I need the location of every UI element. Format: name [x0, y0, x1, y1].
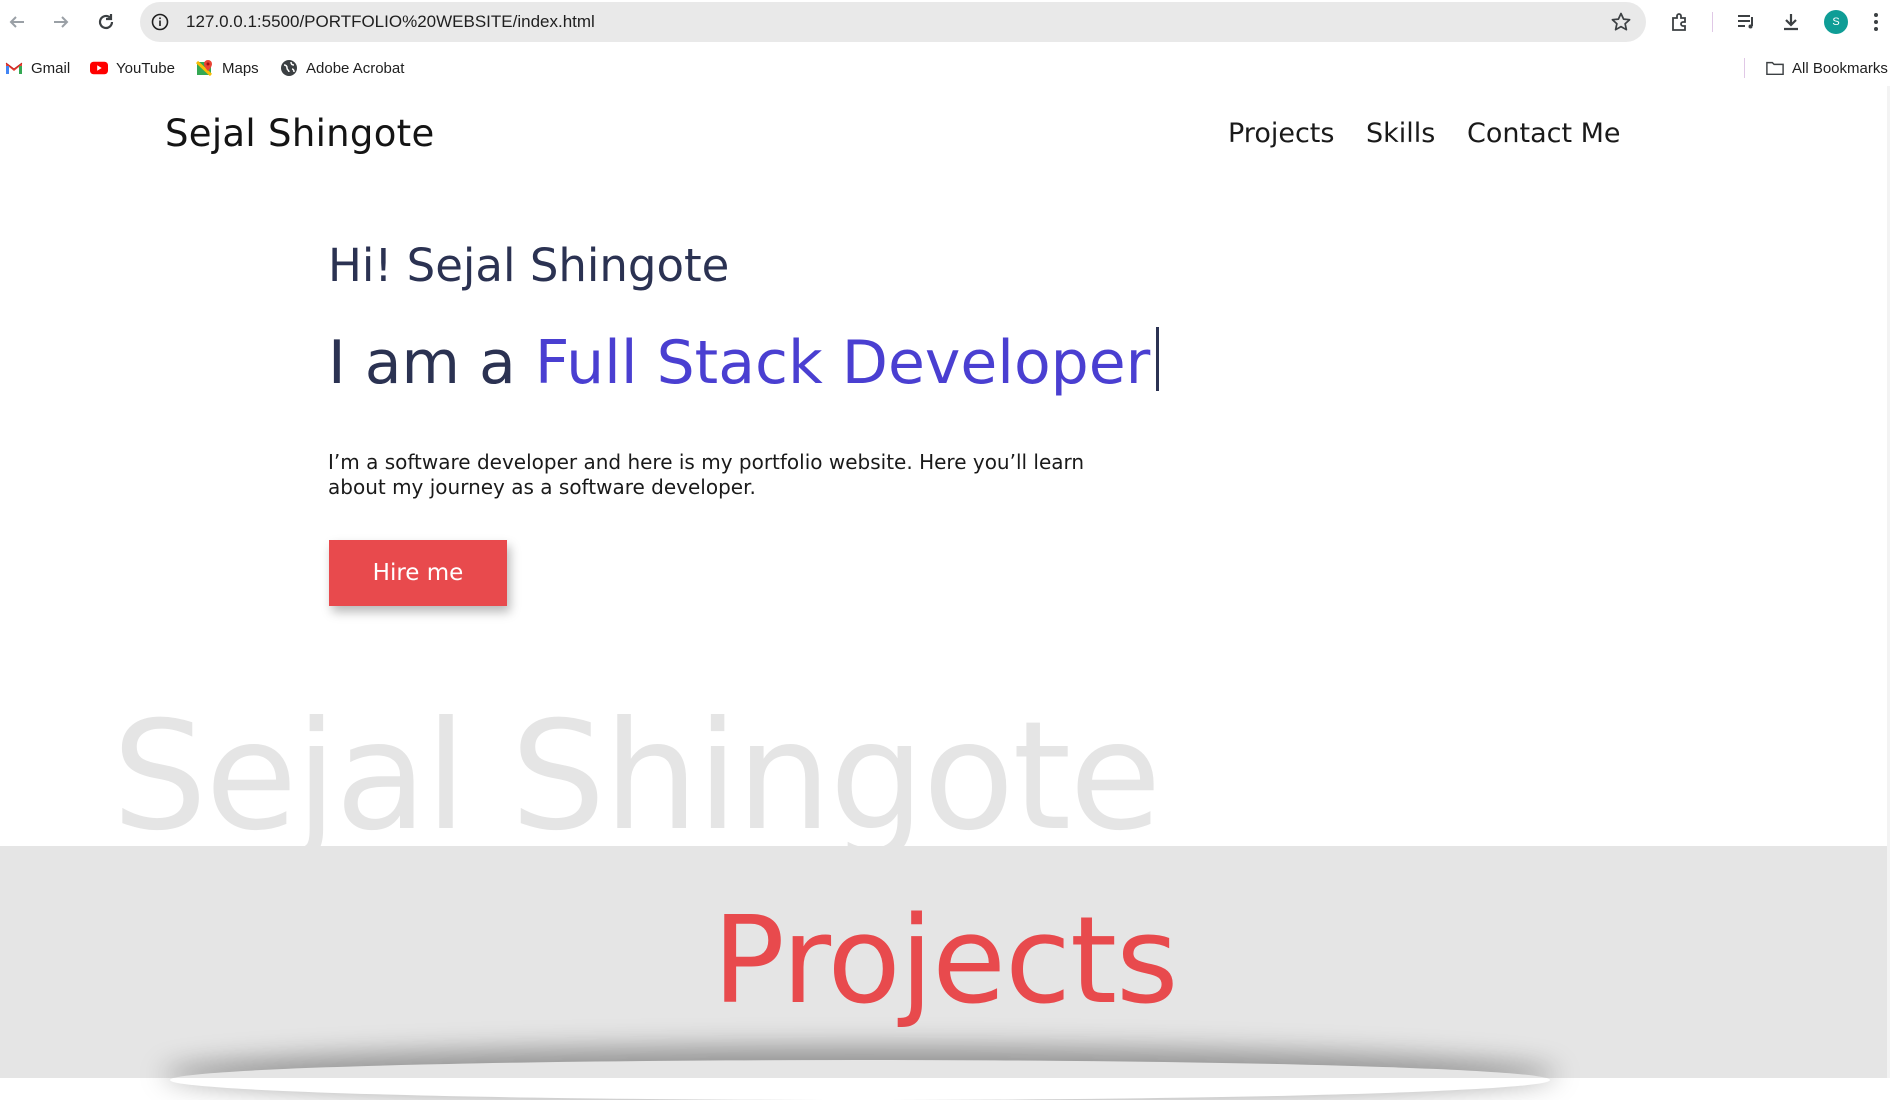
projects-section: Projects: [0, 846, 1890, 1078]
gmail-icon: [5, 59, 23, 77]
browser-toolbar: 127.0.0.1:5500/PORTFOLIO%20WEBSITE/index…: [0, 0, 1890, 44]
media-queue-icon[interactable]: [1734, 10, 1758, 34]
bookmark-maps[interactable]: Maps: [196, 56, 259, 80]
bookmarks-divider: [1744, 58, 1745, 78]
nav-link-projects[interactable]: Projects: [1228, 118, 1334, 149]
forward-arrow-icon[interactable]: [49, 10, 73, 34]
all-bookmarks-label: All Bookmarks: [1792, 59, 1888, 77]
extensions-icon[interactable]: [1668, 10, 1692, 34]
back-arrow-icon[interactable]: [5, 10, 29, 34]
reload-icon[interactable]: [94, 10, 118, 34]
bookmark-youtube[interactable]: YouTube: [90, 56, 175, 80]
bookmark-label: Maps: [222, 59, 259, 77]
name-watermark: Sejal Shingote: [112, 690, 1162, 864]
toolbar-divider: [1712, 12, 1713, 32]
hero-role-prefix: I am a: [328, 328, 535, 398]
site-info-icon[interactable]: [150, 12, 170, 32]
site-logo[interactable]: Sejal Shingote: [165, 112, 435, 155]
nav-link-contact-me[interactable]: Contact Me: [1467, 118, 1621, 149]
bookmark-label: Gmail: [31, 59, 71, 77]
hire-me-button[interactable]: Hire me: [329, 540, 507, 606]
hero-greeting: Hi! Sejal Shingote: [328, 239, 730, 292]
bookmark-label: Adobe Acrobat: [306, 59, 405, 77]
download-icon[interactable]: [1779, 10, 1803, 34]
youtube-icon: [90, 59, 108, 77]
hero-role-highlight: Full Stack Developer: [534, 328, 1151, 398]
bookmark-gmail[interactable]: Gmail: [5, 56, 70, 80]
projects-heading: Projects: [712, 892, 1178, 1031]
hero-role-line: I am a Full Stack Developer: [328, 327, 1160, 398]
hero-description: I’m a software developer and here is my …: [328, 450, 1085, 499]
typing-caret: [1156, 327, 1160, 391]
bookmarks-bar: Gmail YouTube Maps Adobe Acrobat All Boo…: [0, 50, 1890, 86]
all-bookmarks-button[interactable]: All Bookmarks: [1766, 56, 1888, 80]
globe-icon: [280, 59, 298, 77]
profile-avatar[interactable]: S: [1824, 10, 1848, 34]
kebab-menu-icon[interactable]: [1868, 10, 1884, 34]
nav-link-skills[interactable]: Skills: [1366, 118, 1435, 149]
bookmark-adobe-acrobat[interactable]: Adobe Acrobat: [280, 56, 404, 80]
project-card-edge: [170, 1060, 1550, 1100]
bookmark-label: YouTube: [116, 59, 175, 77]
address-bar[interactable]: 127.0.0.1:5500/PORTFOLIO%20WEBSITE/index…: [140, 2, 1646, 42]
bookmark-star-icon[interactable]: [1610, 11, 1632, 33]
folder-icon: [1766, 59, 1784, 77]
url-text[interactable]: 127.0.0.1:5500/PORTFOLIO%20WEBSITE/index…: [186, 2, 595, 42]
maps-icon: [196, 59, 214, 77]
